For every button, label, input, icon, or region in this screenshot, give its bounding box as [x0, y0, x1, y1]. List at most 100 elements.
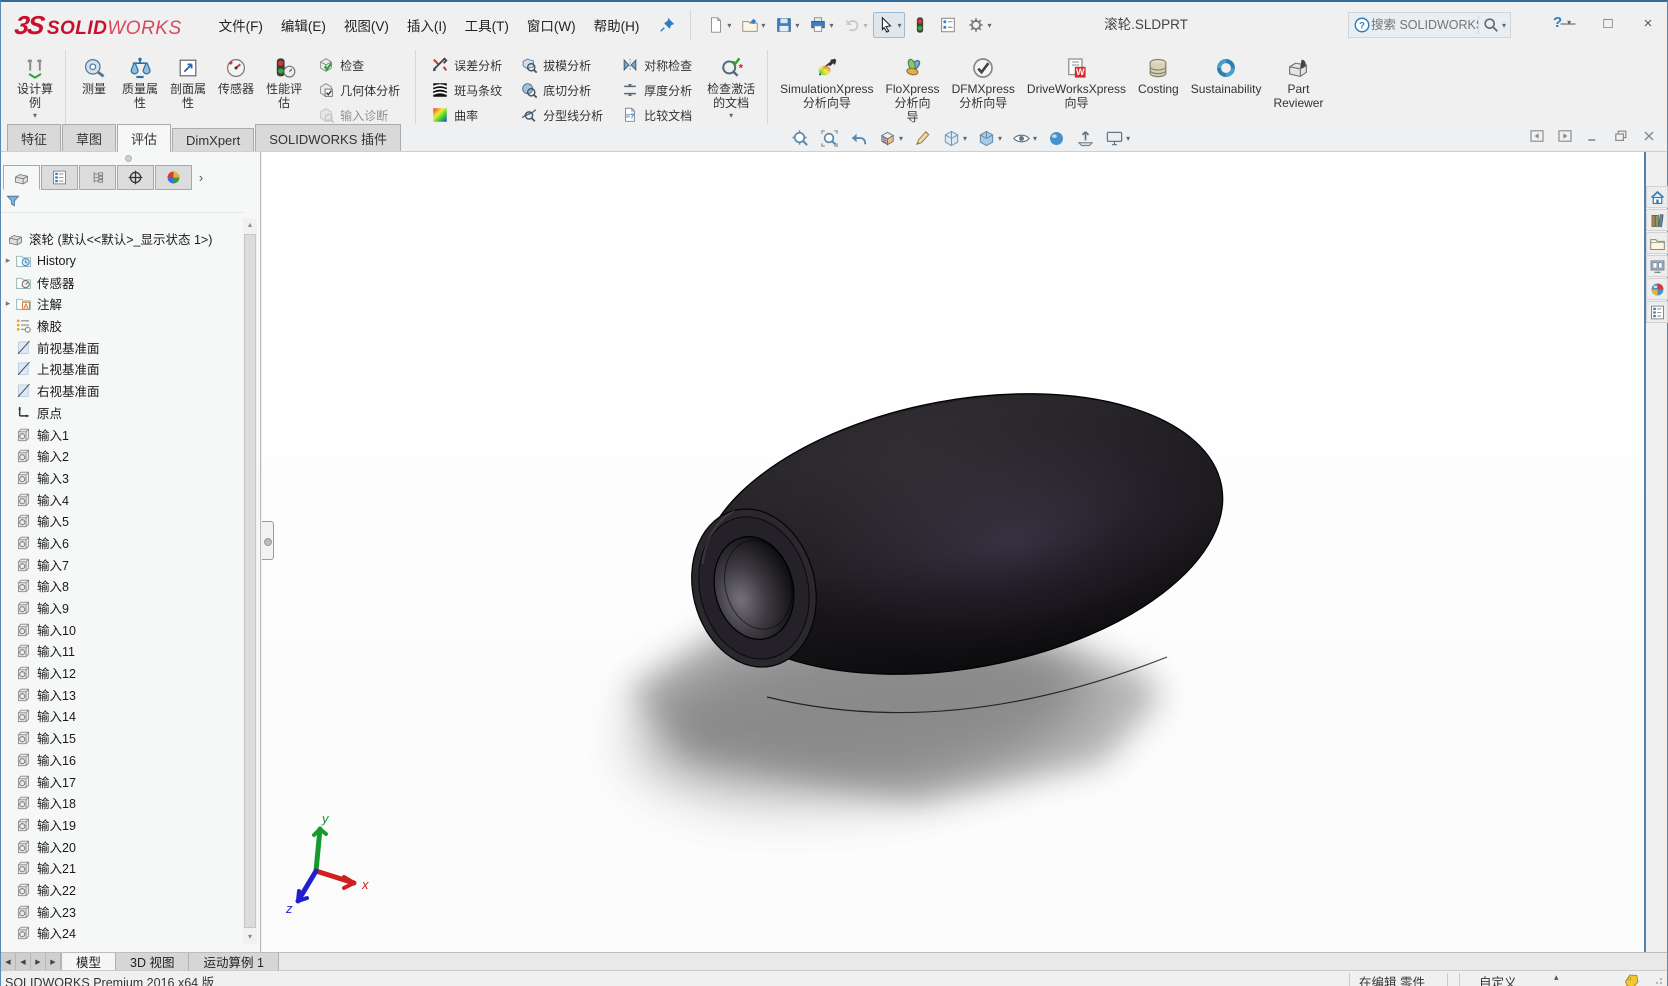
compare-documents-button[interactable]: =? 比较文档 [616, 103, 697, 127]
performance-evaluation-button[interactable]: 性能评估 [260, 52, 308, 113]
performance-lights-button[interactable] [907, 12, 933, 38]
check-active-document-button[interactable]: * 检查激活 的文档 ▾ [701, 52, 761, 123]
panel-splitter-handle[interactable] [262, 521, 274, 560]
costing-button[interactable]: Costing [1132, 52, 1185, 99]
tree-item[interactable]: 传感器 [1, 271, 241, 293]
menu-item[interactable]: 工具(T) [456, 9, 518, 41]
section-view-button[interactable]: ▾ [876, 127, 905, 150]
hide-show-items-button[interactable]: ▾ [1010, 127, 1039, 150]
tab-scroll-button[interactable]: ▶ [31, 953, 46, 970]
previous-view-button[interactable] [847, 127, 870, 150]
expand-arrow-icon[interactable]: ▸ [1, 255, 15, 266]
tree-item[interactable]: 输入19 [1, 814, 241, 836]
scroll-down-arrow[interactable]: ▾ [243, 930, 257, 944]
dropdown-arrow-icon[interactable]: ▾ [963, 134, 967, 143]
tree-item[interactable]: 输入12 [1, 662, 241, 684]
symmetry-check-button[interactable]: 对称检查 [616, 53, 697, 77]
tree-item[interactable]: 输入15 [1, 727, 241, 749]
new-document-button[interactable]: ▾ [703, 12, 735, 38]
fm-tab-configuration-manager[interactable] [79, 165, 116, 190]
menu-item[interactable]: 插入(I) [398, 9, 456, 41]
tree-root-item[interactable]: 滚轮 (默认<<默认>_显示状态 1>) [1, 228, 241, 250]
save-button[interactable]: ▾ [771, 12, 803, 38]
tree-item[interactable]: 前视基准面 [1, 336, 241, 358]
design-study-button[interactable]: 设计算例 ▾ [11, 52, 59, 123]
tree-item[interactable]: 输入18 [1, 792, 241, 814]
maximize-button[interactable]: □ [1595, 10, 1621, 36]
tree-item[interactable]: 原点 [1, 402, 241, 424]
tree-item[interactable]: 输入6 [1, 532, 241, 554]
dropdown-arrow-icon[interactable]: ▾ [829, 21, 833, 30]
tree-item[interactable]: 输入7 [1, 553, 241, 575]
fm-tab-display-manager[interactable] [155, 165, 192, 190]
tag-icon[interactable] [1623, 972, 1641, 986]
apply-scene-button[interactable] [1074, 127, 1097, 150]
pin-toolbar-button[interactable] [654, 12, 680, 38]
tab-scroll-button[interactable]: ◀ [1, 953, 16, 970]
tree-item[interactable]: 输入13 [1, 683, 241, 705]
next-doc-button[interactable] [1557, 128, 1573, 144]
tab-特征[interactable]: 特征 [7, 124, 62, 151]
undercut-analysis-button[interactable]: 底切分析 [515, 78, 608, 102]
tree-item[interactable]: 橡胶 [1, 315, 241, 337]
dropdown-arrow-icon[interactable]: ▾ [761, 21, 765, 30]
search-input[interactable] [1371, 18, 1478, 32]
dropdown-arrow-icon[interactable]: ▾ [33, 111, 37, 120]
tree-item[interactable]: 上视基准面 [1, 358, 241, 380]
tree-item[interactable]: 输入2 [1, 445, 241, 467]
tree-item[interactable]: 输入16 [1, 749, 241, 771]
options-gear-button[interactable]: ▾ [963, 12, 995, 38]
tree-item[interactable]: 输入1 [1, 423, 241, 445]
sensor-button[interactable]: 传感器 [212, 52, 260, 99]
draft-analysis-button[interactable]: 拔模分析 [515, 53, 608, 77]
menu-item[interactable]: 帮助(H) [585, 9, 649, 41]
dfmxpress-button[interactable]: DFMXpress 分析向导 [946, 52, 1021, 113]
dropdown-arrow-icon[interactable]: ▾ [795, 21, 799, 30]
custom-caret-icon[interactable]: ▴ [1554, 972, 1559, 983]
panel-overflow-button[interactable]: › [193, 165, 209, 190]
check-entity-button[interactable]: 检查 [312, 53, 405, 77]
tab-scroll-button[interactable]: ◀ [16, 953, 31, 970]
tree-item[interactable]: 输入4 [1, 488, 241, 510]
tab-评估[interactable]: 评估 [117, 124, 172, 152]
view-settings-button[interactable]: ▾ [1103, 127, 1132, 150]
resize-grip[interactable] [1655, 975, 1665, 985]
dropdown-arrow-icon[interactable]: ▾ [1126, 134, 1130, 143]
section-properties-button[interactable]: 剖面属性 [164, 52, 212, 113]
deviation-analysis-button[interactable]: 误差分析 [426, 53, 507, 77]
model-tab-模型[interactable]: 模型 [61, 953, 117, 970]
expand-arrow-icon[interactable]: ▸ [1, 298, 15, 309]
tree-item[interactable]: 输入10 [1, 618, 241, 640]
minimize-button[interactable]: — [1555, 10, 1581, 36]
driveworksxpress-button[interactable]: W DriveWorksXpress 向导 [1021, 52, 1132, 113]
tree-item[interactable]: 输入21 [1, 857, 241, 879]
panel-top-grip[interactable] [125, 155, 132, 162]
tree-item[interactable]: 输入8 [1, 575, 241, 597]
3d-drawing-view-button[interactable] [911, 127, 934, 150]
taskpane-design-library-button[interactable] [1646, 209, 1668, 231]
prev-doc-button[interactable] [1529, 128, 1545, 144]
menu-item[interactable]: 文件(F) [210, 9, 272, 41]
tree-item[interactable]: 输入3 [1, 467, 241, 489]
zoom-area-button[interactable] [818, 127, 841, 150]
tab-草图[interactable]: 草图 [62, 124, 117, 151]
dropdown-arrow-icon[interactable]: ▾ [899, 134, 903, 143]
tree-item[interactable]: 输入23 [1, 900, 241, 922]
dropdown-arrow-icon[interactable]: ▾ [998, 134, 1002, 143]
tree-item[interactable]: 输入17 [1, 770, 241, 792]
tree-filter-row[interactable] [1, 190, 243, 213]
geometry-analysis-button[interactable]: 几何体分析 [312, 78, 405, 102]
curvature-button[interactable]: 曲率 [426, 103, 507, 127]
scroll-up-arrow[interactable]: ▴ [243, 218, 257, 232]
undo-button[interactable]: ▾ [839, 12, 871, 38]
measure-button[interactable]: 测量 [72, 52, 116, 99]
mass-properties-button[interactable]: 质量属性 [116, 52, 164, 113]
search-dropdown[interactable]: ▾ [1502, 21, 1506, 30]
menu-item[interactable]: 窗口(W) [518, 9, 585, 41]
tab-SOLIDWORKS 插件[interactable]: SOLIDWORKS 插件 [255, 124, 401, 151]
zoom-fit-button[interactable] [789, 127, 812, 150]
floxpress-button[interactable]: FloXpress 分析向导 [880, 52, 946, 127]
taskpane-home-button[interactable] [1646, 186, 1668, 208]
doc-close-button[interactable] [1641, 128, 1657, 144]
view-orientation-button[interactable]: ▾ [940, 127, 969, 150]
